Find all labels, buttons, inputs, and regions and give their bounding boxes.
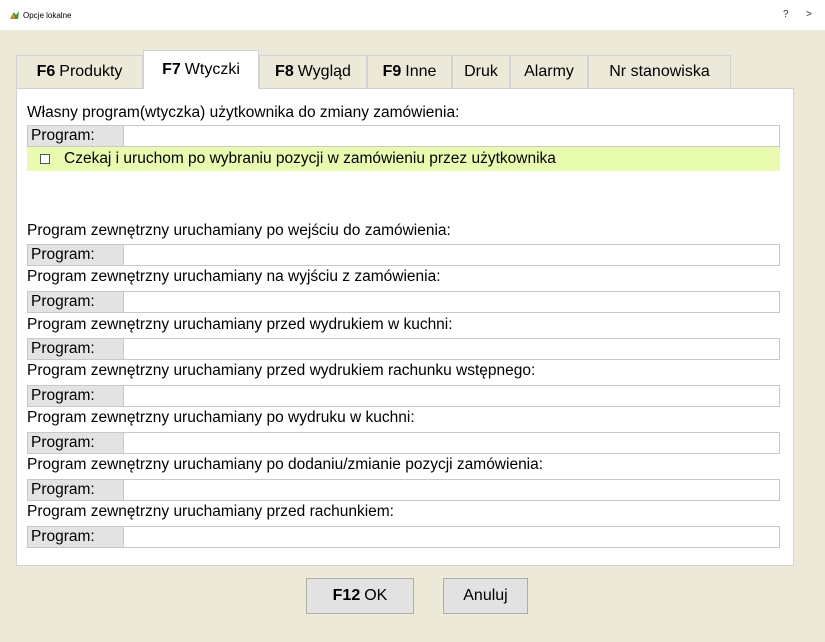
section-label-before-bill: Program zewnętrzny uruchamiany przed rac… xyxy=(27,503,394,520)
program-label: Program: xyxy=(27,385,124,407)
program-input-before-bill[interactable] xyxy=(123,526,780,548)
program-input-on-exit[interactable] xyxy=(123,291,780,313)
tab-label: Wtyczki xyxy=(184,61,240,78)
program-input-after-item-change[interactable] xyxy=(123,479,780,501)
section-label-on-exit: Program zewnętrzny uruchamiany na wyjści… xyxy=(27,268,441,285)
ok-label: OK xyxy=(364,587,388,604)
tab-nr-stanowiska[interactable]: Nr stanowiska xyxy=(588,55,731,88)
wait-checkbox-label: Czekaj i uruchom po wybraniu pozycji w z… xyxy=(64,150,556,167)
section-label-before-kitchen-print: Program zewnętrzny uruchamiany przed wyd… xyxy=(27,316,453,333)
tab-label: Druk xyxy=(464,63,498,80)
program-input-after-enter[interactable] xyxy=(123,244,780,266)
program-label: Program: xyxy=(27,125,124,147)
tab-wtyczki[interactable]: F7 Wtyczki xyxy=(143,50,259,89)
window-title: Opcje lokalne xyxy=(23,11,72,20)
program-label: Program: xyxy=(27,291,124,313)
title-bar: Opcje lokalne ? > xyxy=(0,0,825,30)
tab-inne[interactable]: F9 Inne xyxy=(367,55,452,88)
program-input-before-preliminary-bill[interactable] xyxy=(123,385,780,407)
section-label-after-kitchen-print: Program zewnętrzny uruchamiany po wydruk… xyxy=(27,409,415,426)
program-label: Program: xyxy=(27,526,124,548)
wait-checkbox[interactable] xyxy=(40,154,50,164)
tab-key: F7 xyxy=(162,61,181,78)
cancel-button[interactable]: Anuluj xyxy=(443,578,528,614)
tab-label: Alarmy xyxy=(524,63,574,80)
tab-druk[interactable]: Druk xyxy=(452,55,510,88)
section-label-after-item-change: Program zewnętrzny uruchamiany po dodani… xyxy=(27,456,544,473)
tab-key: F6 xyxy=(36,63,56,80)
program-label: Program: xyxy=(27,338,124,360)
program-input-before-kitchen-print[interactable] xyxy=(123,338,780,360)
program-label: Program: xyxy=(27,479,124,501)
user-plugin-program-input[interactable] xyxy=(123,125,780,147)
tab-label: Inne xyxy=(405,63,437,80)
cancel-label: Anuluj xyxy=(463,587,508,604)
tab-label: Nr stanowiska xyxy=(609,63,710,80)
tab-alarmy[interactable]: Alarmy xyxy=(510,55,588,88)
wait-checkbox-row[interactable]: Czekaj i uruchom po wybraniu pozycji w z… xyxy=(27,147,780,171)
ok-key: F12 xyxy=(332,587,361,604)
program-input-after-kitchen-print[interactable] xyxy=(123,432,780,454)
program-label: Program: xyxy=(27,432,124,454)
tab-produkty[interactable]: F6 Produkty xyxy=(16,55,143,88)
help-button[interactable]: ? xyxy=(783,9,789,20)
tab-label: Produkty xyxy=(59,63,123,80)
section-label-before-preliminary-bill: Program zewnętrzny uruchamiany przed wyd… xyxy=(27,362,536,379)
app-icon xyxy=(10,11,19,19)
tab-wyglad[interactable]: F8 Wygląd xyxy=(259,55,367,88)
program-label: Program: xyxy=(27,244,124,266)
section-label-after-enter: Program zewnętrzny uruchamiany po wejści… xyxy=(27,222,451,239)
user-plugin-heading: Własny program(wtyczka) użytkownika do z… xyxy=(27,104,460,121)
close-button[interactable]: > xyxy=(806,9,812,20)
ok-button[interactable]: F12 OK xyxy=(306,578,414,614)
tab-key: F8 xyxy=(275,63,294,80)
tab-key: F9 xyxy=(382,63,402,80)
tab-label: Wygląd xyxy=(297,63,351,80)
